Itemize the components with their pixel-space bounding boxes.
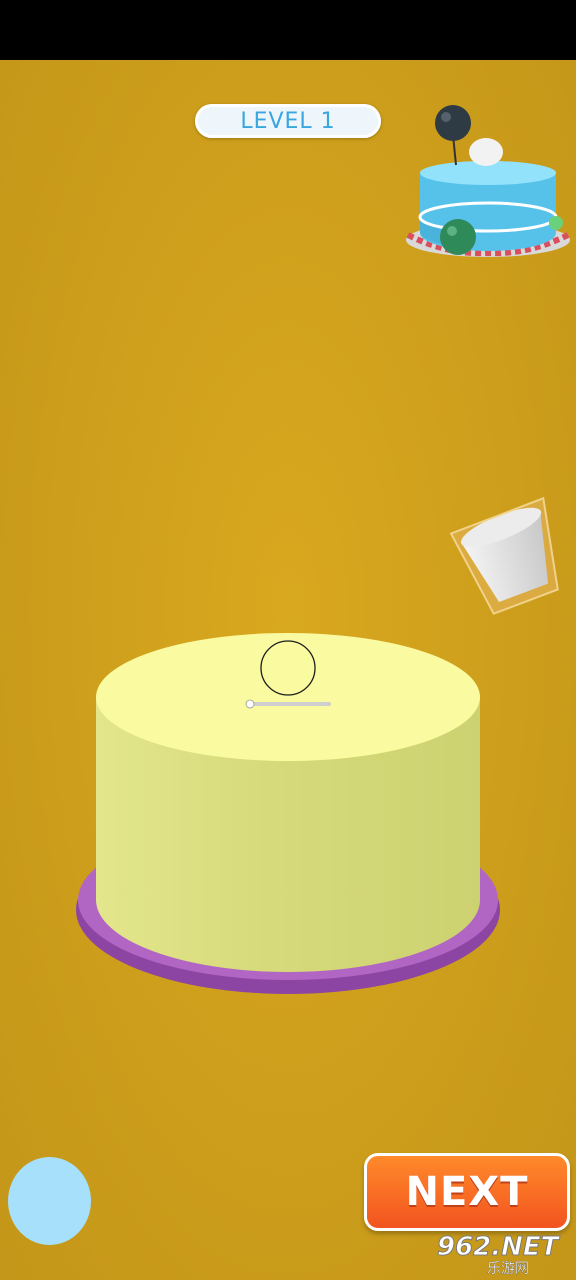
next-button[interactable]: NEXT (364, 1153, 570, 1231)
next-label: NEXT (405, 1169, 529, 1215)
watermark: 962.NET 乐游网 (436, 1232, 573, 1278)
level-label: LEVEL 1 (240, 108, 336, 134)
cake-body[interactable] (96, 633, 480, 972)
cream-cup-icon[interactable] (448, 496, 567, 619)
target-cake-icon (406, 105, 570, 257)
cake-top[interactable] (96, 633, 480, 761)
game-screen: LEVEL 1 NEXT 962.NET 乐游网 (0, 0, 576, 1280)
slider-knob[interactable] (245, 699, 255, 709)
level-indicator: LEVEL 1 (195, 104, 381, 138)
touch-control-button[interactable] (8, 1157, 91, 1245)
watermark-sub: 乐游网 (487, 1261, 529, 1277)
